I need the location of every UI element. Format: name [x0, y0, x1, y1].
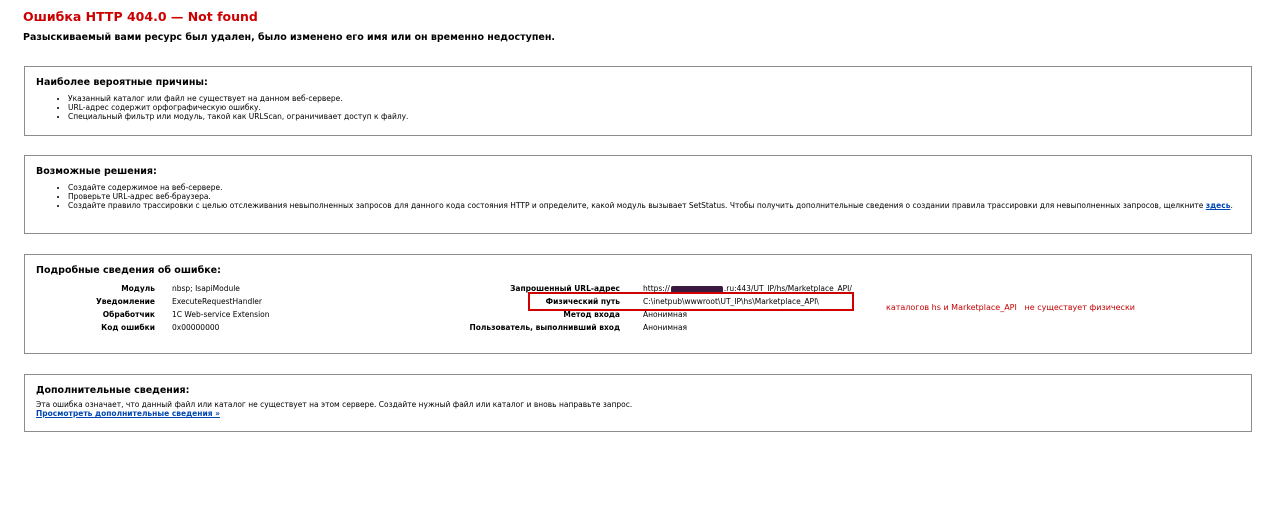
likely-causes-panel: Наиболее вероятные причины: Указанный ка…: [24, 66, 1252, 136]
error-code-label: Код ошибки: [101, 323, 155, 332]
physical-path-highlight-box: [528, 292, 854, 311]
table-row: Пользователь, выполнивший вход Анонимная: [465, 321, 925, 343]
possible-solutions-panel: Возможные решения: Создайте содержимое н…: [24, 155, 1252, 234]
additional-info-text: Эта ошибка означает, что данный файл или…: [36, 400, 633, 409]
table-row: Обработчик 1C Web-service Extension: [25, 308, 485, 321]
list-item: Создайте содержимое на веб-сервере.: [68, 183, 1253, 192]
handler-value: 1C Web-service Extension: [172, 310, 270, 319]
list-item: URL-адрес содержит орфографическую ошибк…: [68, 103, 1253, 112]
table-row: Уведомление ExecuteRequestHandler: [25, 295, 485, 308]
error-subtitle: Разыскиваемый вами ресурс был удален, бы…: [23, 32, 555, 43]
trace-rule-text: Создайте правило трассировки с целью отс…: [68, 201, 1204, 210]
possible-solutions-list: Создайте содержимое на веб-сервере. Пров…: [50, 183, 1253, 210]
list-item: Указанный каталог или файл не существует…: [68, 94, 1253, 103]
trace-rule-link[interactable]: здесь: [1206, 201, 1231, 210]
table-row: Код ошибки 0x00000000: [25, 321, 485, 334]
error-title: Ошибка HTTP 404.0 — Not found: [23, 9, 258, 24]
likely-causes-heading: Наиболее вероятные причины:: [36, 77, 208, 88]
list-item: Создайте правило трассировки с целью отс…: [68, 201, 1253, 210]
table-row: Модуль nbsp; IsapiModule: [25, 282, 485, 295]
handler-label: Обработчик: [102, 310, 155, 319]
logon-user-label: Пользователь, выполнивший вход: [469, 323, 620, 332]
likely-causes-list: Указанный каталог или файл не существует…: [50, 94, 1253, 121]
logon-user-value: Анонимная: [643, 323, 688, 332]
more-info-link[interactable]: Просмотреть дополнительные сведения »: [36, 409, 220, 418]
module-label: Модуль: [121, 284, 155, 293]
details-left-table: Модуль nbsp; IsapiModule Уведомление Exe…: [25, 282, 485, 334]
notification-value: ExecuteRequestHandler: [172, 297, 262, 306]
annotation-note: каталогов hs и Marketplace_API не сущест…: [886, 303, 1135, 312]
list-item: Проверьте URL-адрес веб-браузера.: [68, 192, 1253, 201]
additional-info-heading: Дополнительные сведения:: [36, 385, 190, 396]
possible-solutions-heading: Возможные решения:: [36, 166, 157, 177]
module-value: nbsp; IsapiModule: [172, 284, 240, 293]
more-info-link-wrap: Просмотреть дополнительные сведения »: [36, 409, 220, 418]
error-header: Ошибка HTTP 404.0 — Not found Разыскивае…: [23, 8, 1243, 45]
error-details-heading: Подробные сведения об ошибке:: [36, 265, 221, 276]
additional-info-panel: Дополнительные сведения: Эта ошибка озна…: [24, 374, 1252, 432]
notification-label: Уведомление: [95, 297, 155, 306]
error-code-value: 0x00000000: [172, 323, 220, 332]
list-item: Специальный фильтр или модуль, такой как…: [68, 112, 1253, 121]
